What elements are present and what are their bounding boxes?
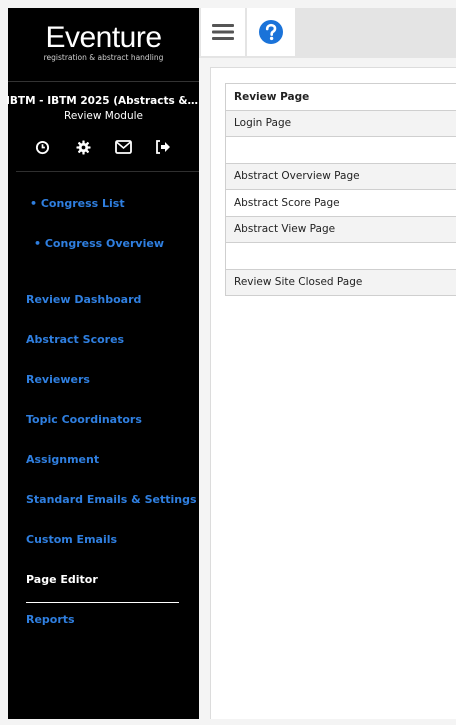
congress-title: IBTM - IBTM 2025 (Abstracts & Par... [6,95,199,107]
table-row[interactable]: Review Page [225,83,456,111]
help-icon [259,20,283,44]
sidebar-item-review-dashboard[interactable]: Review Dashboard [26,293,141,307]
sidebar-icon-row [8,137,199,157]
sidebar-item-topic-coordinators[interactable]: Topic Coordinators [26,413,142,427]
pages-table: Review Page Login Page Abstract Overview… [225,83,456,296]
sidebar-item-assignment[interactable]: Assignment [26,453,99,467]
logo[interactable]: Eventure registration & abstract handlin… [8,8,199,82]
empty-cell [225,136,456,164]
page-link-abstract-view-page[interactable]: Abstract View Page [225,215,456,243]
table-row[interactable]: Abstract Score Page [225,189,456,217]
page-link-abstract-overview-page[interactable]: Abstract Overview Page [225,162,456,190]
table-row [225,242,456,270]
module-title: Review Module [64,110,143,122]
sidebar-divider [16,171,199,172]
table-row[interactable]: Review Site Closed Page [225,268,456,296]
sidebar-item-custom-emails[interactable]: Custom Emails [26,533,117,547]
sidebar-item-reviewers[interactable]: Reviewers [26,373,90,387]
sidebar: Eventure registration & abstract handlin… [6,8,199,719]
sidebar-item-congress-list[interactable]: • Congress List [30,197,125,211]
active-item-underline [26,602,179,603]
menu-toggle-button[interactable] [201,8,245,56]
page-link-abstract-score-page[interactable]: Abstract Score Page [225,189,456,217]
sign-out-icon[interactable] [153,137,173,157]
table-row [225,136,456,164]
sidebar-item-page-editor[interactable]: Page Editor [26,573,98,587]
table-row[interactable]: Login Page [225,109,456,137]
empty-cell [225,242,456,270]
sidebar-item-abstract-scores[interactable]: Abstract Scores [26,333,124,347]
sidebar-item-congress-overview[interactable]: • Congress Overview [34,237,164,251]
page-link-review-site-closed-page[interactable]: Review Site Closed Page [225,268,456,296]
logo-wordmark: Eventure [45,21,162,54]
clock-icon[interactable] [32,137,52,157]
hamburger-icon [212,24,234,40]
table-row[interactable]: Abstract Overview Page [225,162,456,190]
help-button[interactable] [247,8,295,56]
gear-icon[interactable] [73,137,93,157]
envelope-icon[interactable] [113,137,133,157]
sidebar-item-standard-emails-settings[interactable]: Standard Emails & Settings [26,493,197,507]
page-link-login-page[interactable]: Login Page [225,109,456,137]
logo-tagline: registration & abstract handling [43,53,164,62]
sidebar-item-reports[interactable]: Reports [26,613,75,627]
page-link-review-page[interactable]: Review Page [225,83,456,111]
table-row[interactable]: Abstract View Page [225,215,456,243]
